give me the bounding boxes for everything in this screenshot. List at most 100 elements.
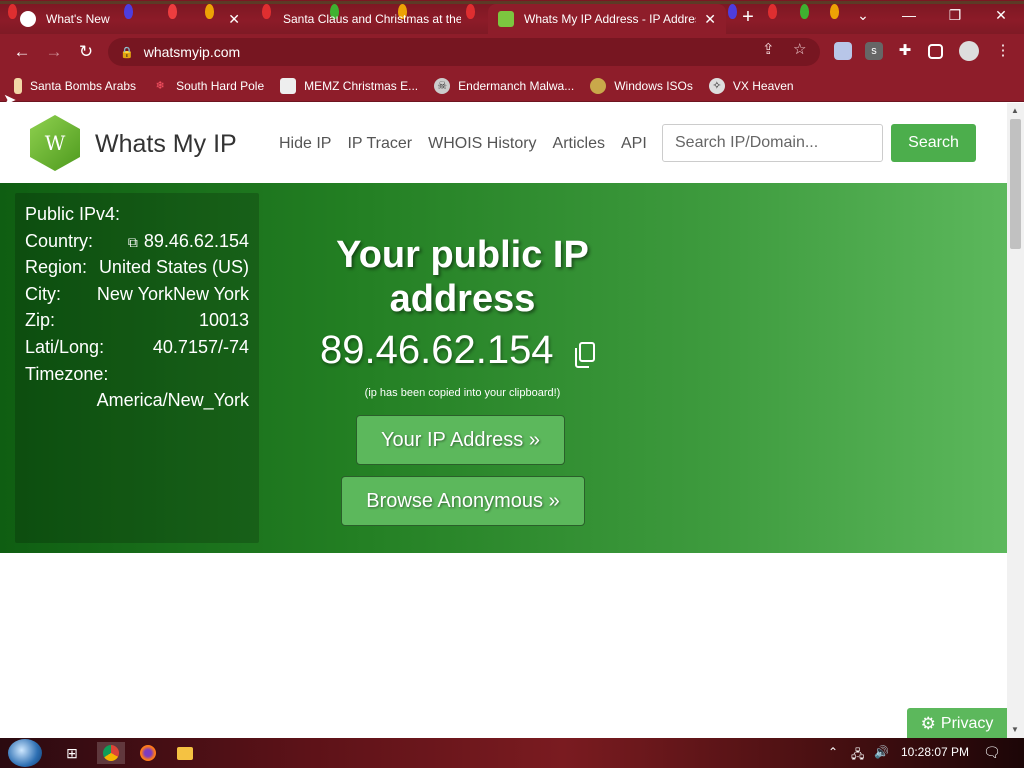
close-tab-icon[interactable]: ✕ (220, 11, 240, 28)
address-bar[interactable]: 🔒 whatsmyip.com (108, 38, 820, 66)
info-row-region: Region: United States (US) (25, 257, 249, 283)
nav-api[interactable]: API (621, 135, 647, 153)
volume-icon[interactable]: 🔊 (874, 745, 889, 759)
bookmark-memz[interactable]: MEMZ Christmas E... (280, 77, 419, 94)
close-tab-icon[interactable]: ✕ (696, 11, 716, 28)
task-view-icon[interactable]: ⊞ (58, 742, 86, 764)
site-logo[interactable]: W (30, 115, 80, 171)
site-brand[interactable]: Whats My IP (95, 130, 237, 159)
bookmark-santa-bombs[interactable]: Santa Bombs Arabs (14, 77, 137, 94)
info-key: Zip: (25, 310, 56, 330)
tab-whats-new[interactable]: What's New ✕ (10, 4, 250, 34)
info-key: Region: (25, 257, 88, 277)
info-row-ipv4: Public IPv4: (25, 204, 249, 230)
browse-anonymous-button[interactable]: Browse Anonymous » (341, 476, 585, 526)
bookmark-label: MEMZ Christmas E... (304, 78, 419, 93)
bookmark-label: VX Heaven (732, 78, 794, 93)
page-scrollbar[interactable]: ▲ ▼ (1007, 103, 1024, 738)
search-input[interactable] (662, 124, 883, 162)
info-key: Timezone: (25, 364, 109, 384)
figure-icon (590, 77, 607, 94)
bookmark-star-icon[interactable]: ☆ (793, 40, 806, 58)
info-value: United States (US) (98, 257, 249, 277)
reload-icon[interactable]: ↻ (70, 42, 102, 62)
bookmarks-bar: Santa Bombs Arabs ❄ South Hard Pole MEMZ… (0, 70, 1024, 102)
light-bulb (800, 4, 809, 19)
minimize-icon[interactable]: — (886, 4, 932, 28)
extension-flag-icon[interactable] (834, 42, 852, 60)
tab-title: Whats My IP Address - IP Addres (524, 12, 696, 26)
info-row-latlong: Lati/Long: 40.7157/-74 (25, 337, 249, 363)
windows-taskbar: ⊞ ⌃ 🖧 🔊 10:28:07 PM 🗨 (0, 738, 1024, 768)
info-row-timezone: Timezone: (25, 364, 249, 390)
forward-icon[interactable]: → (38, 42, 70, 62)
info-key: Country: (25, 231, 94, 251)
snowflake-icon: ❄ (155, 79, 165, 92)
skull-icon: ☠ (434, 77, 451, 94)
close-window-icon[interactable]: ✕ (978, 4, 1024, 28)
info-value: 89.46.62.154 (143, 231, 249, 251)
chrome-taskbar-icon[interactable] (97, 742, 125, 764)
copy-icon[interactable]: ⧉ (128, 234, 138, 251)
page-icon (280, 77, 297, 94)
ip-info-panel: Public IPv4: Country: ⧉ 89.46.62.154 Regi… (15, 193, 259, 543)
side-panel-icon[interactable] (928, 44, 943, 59)
back-icon[interactable]: ← (6, 42, 38, 62)
bookmark-label: Santa Bombs Arabs (30, 78, 137, 93)
nav-hide-ip[interactable]: Hide IP (279, 135, 331, 153)
new-tab-icon[interactable]: + (739, 6, 757, 29)
tab-whatsmyip[interactable]: Whats My IP Address - IP Addres ✕ (488, 4, 726, 34)
logo-letter: W (44, 131, 66, 155)
nav-ip-tracer[interactable]: IP Tracer (347, 135, 412, 153)
firefox-taskbar-icon[interactable] (134, 742, 162, 764)
copy-ip-icon[interactable] (572, 341, 598, 369)
bookmark-vx-heaven[interactable]: ✧ VX Heaven (708, 77, 794, 94)
nav-whois-history[interactable]: WHOIS History (428, 135, 536, 153)
info-row-timezone-value: America/New_York (25, 390, 249, 416)
bookmark-endermanch[interactable]: ☠ Endermanch Malwa... (434, 77, 575, 94)
lock-icon[interactable]: 🔒 (120, 46, 134, 59)
bookmark-windows-isos[interactable]: Windows ISOs (590, 77, 693, 94)
info-value: America/New_York (96, 390, 249, 410)
copied-note: (ip has been copied into your clipboard!… (364, 387, 561, 399)
notifications-icon[interactable]: 🗨 (983, 744, 1001, 761)
menu-kebab-icon[interactable]: ⋮ (994, 42, 1012, 60)
nav-articles[interactable]: Articles (553, 135, 605, 153)
web-page: W Whats My IP Hide IP IP Tracer WHOIS Hi… (0, 103, 1007, 738)
url-text: whatsmyip.com (143, 44, 241, 60)
info-row-zip: Zip: 10013 (25, 310, 249, 336)
tab-title: What's New (46, 12, 110, 26)
tab-santa[interactable]: Santa Claus and Christmas at the (258, 4, 488, 34)
hero-section: Public IPv4: Country: ⧉ 89.46.62.154 Regi… (0, 183, 1007, 553)
info-value: 10013 (198, 310, 249, 330)
info-key: Public IPv4: (25, 204, 121, 224)
bookmark-label: Endermanch Malwa... (458, 78, 575, 93)
extension-s-icon[interactable]: s (865, 42, 883, 60)
tab-search-chevron-icon[interactable]: ⌄ (840, 4, 886, 28)
tray-chevron-icon[interactable]: ⌃ (828, 745, 838, 759)
vx-icon: ✧ (708, 77, 725, 94)
your-ip-address-button[interactable]: Your IP Address » (356, 415, 565, 465)
scroll-down-arrow-icon[interactable]: ▼ (1011, 725, 1019, 734)
extensions-puzzle-icon[interactable]: ✚ (896, 42, 914, 60)
site-header: W Whats My IP Hide IP IP Tracer WHOIS Hi… (0, 103, 1007, 183)
start-button[interactable] (8, 739, 42, 767)
light-bulb (768, 4, 777, 19)
privacy-button[interactable]: ⚙ Privacy (907, 708, 1007, 738)
search-button[interactable]: Search (891, 124, 976, 162)
folder-icon (177, 746, 193, 760)
profile-avatar-icon[interactable] (959, 41, 979, 61)
chrome-icon (103, 745, 119, 761)
system-clock[interactable]: 10:28:07 PM (901, 745, 969, 759)
info-row-country: Country: ⧉ 89.46.62.154 (25, 231, 249, 257)
network-icon[interactable]: 🖧 (851, 745, 864, 766)
restore-icon[interactable]: ❐ (932, 4, 978, 28)
share-icon[interactable]: ⇪ (762, 40, 775, 58)
chrome-icon (20, 11, 36, 27)
scrollbar-thumb[interactable] (1010, 119, 1021, 249)
info-key: Lati/Long: (25, 337, 105, 357)
scroll-up-arrow-icon[interactable]: ▲ (1011, 106, 1019, 115)
info-value: 40.7157/-74 (152, 337, 249, 357)
bookmark-south-hard-pole[interactable]: ❄ South Hard Pole (152, 78, 264, 94)
file-explorer-taskbar-icon[interactable] (171, 742, 199, 764)
